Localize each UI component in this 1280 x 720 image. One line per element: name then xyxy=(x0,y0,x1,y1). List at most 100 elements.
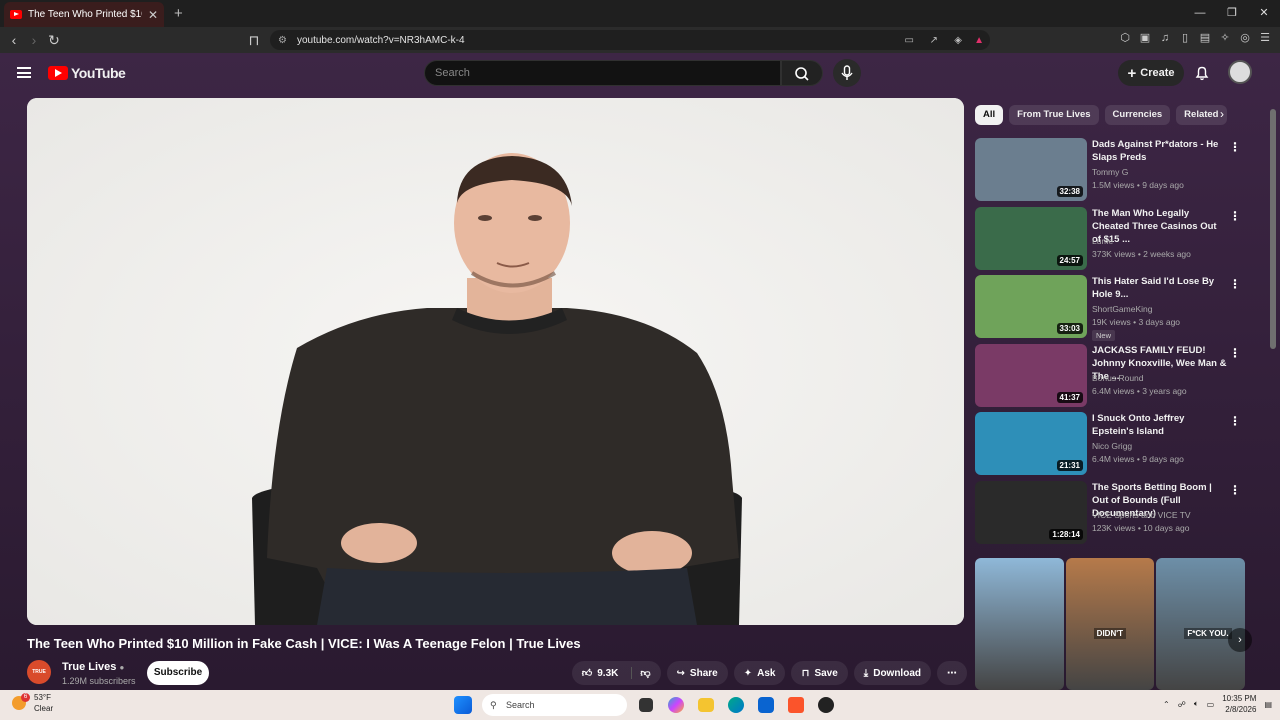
short-video[interactable]: F*CK YOU. xyxy=(1156,558,1246,690)
youtube-logo[interactable]: YouTube xyxy=(48,65,126,81)
voice-search-button[interactable] xyxy=(833,59,861,87)
shield-icon[interactable]: ◈ xyxy=(954,35,962,46)
extension-icon[interactable]: ⬡ xyxy=(1118,31,1132,45)
filter-chips: All From True Lives Currencies Related xyxy=(975,105,1227,125)
browser-toolbar: ‹ › ↻ ⊓ ⚙ youtube.com/watch?v=NR3hAMC-k-… xyxy=(0,27,1280,53)
video-thumbnail[interactable]: 21:31 xyxy=(975,412,1087,475)
short-video[interactable]: DIDN'T xyxy=(1065,558,1155,690)
music-icon[interactable]: ♫ xyxy=(1158,31,1172,45)
more-options-icon[interactable]: ⋮ xyxy=(1229,277,1241,291)
video-player[interactable] xyxy=(27,98,964,625)
minimize-icon[interactable]: — xyxy=(1184,0,1216,27)
recommendation-item[interactable]: 32:38 Dads Against Pr*dators - He Slaps P… xyxy=(975,138,1245,202)
close-tab-icon[interactable]: ✕ xyxy=(148,8,158,22)
more-options-icon[interactable]: ⋮ xyxy=(1229,346,1241,360)
subscribe-button[interactable]: Subscribe xyxy=(147,661,209,685)
network-icon[interactable]: ☍ xyxy=(1178,700,1186,709)
hamburger-menu-icon[interactable] xyxy=(17,67,31,78)
vpn-icon[interactable]: ◎ xyxy=(1238,31,1252,45)
restore-icon[interactable]: ❐ xyxy=(1216,0,1248,27)
short-video[interactable] xyxy=(975,558,1064,690)
search-input[interactable]: Search xyxy=(424,60,781,86)
video-thumbnail[interactable]: 33:03 xyxy=(975,275,1087,338)
recommendation-item[interactable]: 21:31 I Snuck Onto Jeffrey Epstein's Isla… xyxy=(975,412,1245,476)
copilot-icon[interactable] xyxy=(668,697,684,713)
recommendation-title[interactable]: Dads Against Pr*dators - He Slaps Preds xyxy=(1092,138,1228,164)
filter-chip[interactable]: All xyxy=(975,105,1004,125)
volume-icon[interactable]: 🔈︎ xyxy=(1194,699,1199,709)
filter-chip[interactable]: Currencies xyxy=(1104,105,1171,125)
reload-icon[interactable]: ↻ xyxy=(44,32,64,49)
video-thumbnail[interactable]: 24:57 xyxy=(975,207,1087,270)
extension-icon[interactable]: ▣ xyxy=(1138,31,1152,45)
more-options-icon[interactable]: ⋮ xyxy=(1229,414,1241,428)
download-button[interactable]: ⤓ Download xyxy=(853,661,931,685)
bookmark-icon[interactable]: ⊓ xyxy=(244,32,264,49)
rewards-icon[interactable]: ▲ xyxy=(974,35,984,46)
browser-tab[interactable]: The Teen Who Printed $10 M ✕ xyxy=(4,2,164,27)
video-thumbnail[interactable]: 32:38 xyxy=(975,138,1087,201)
task-view-icon[interactable] xyxy=(639,698,653,712)
recommendation-channel[interactable]: ShortGameKing xyxy=(1092,304,1152,314)
recommendation-item[interactable]: 33:03 This Hater Said I'd Lose By Hole 9.… xyxy=(975,275,1245,341)
more-options-icon[interactable]: ⋮ xyxy=(1229,483,1241,497)
channel-avatar[interactable]: TRUE LIVES xyxy=(27,660,51,684)
filter-chip[interactable]: From True Lives xyxy=(1009,105,1099,125)
download-icon: ⤓ xyxy=(863,667,869,679)
wallet-icon[interactable]: ▤ xyxy=(1198,31,1212,45)
tray-chevron-icon[interactable]: ⌃ xyxy=(1163,700,1170,709)
video-duration: 1:28:14 xyxy=(1049,529,1083,540)
like-button[interactable]: 👍︎ 9.3K 👎︎ xyxy=(571,661,661,685)
ask-button[interactable]: ✦ Ask xyxy=(733,661,786,685)
share-page-icon[interactable]: ↗ xyxy=(930,35,938,46)
edge-icon[interactable] xyxy=(728,697,744,713)
channel-name[interactable]: True Lives ● xyxy=(62,661,124,673)
menu-icon[interactable]: ☰ xyxy=(1258,31,1272,45)
search-button[interactable] xyxy=(781,60,823,86)
more-options-icon[interactable]: ⋮ xyxy=(1229,209,1241,223)
ai-icon[interactable]: ✧ xyxy=(1218,31,1232,45)
filter-chip[interactable]: Related xyxy=(1176,105,1227,125)
recommendation-title[interactable]: This Hater Said I'd Lose By Hole 9... xyxy=(1092,275,1228,301)
recommendation-channel[interactable]: Nico Grigg xyxy=(1092,441,1132,451)
video-thumbnail[interactable]: 1:28:14 xyxy=(975,481,1087,544)
recommendation-item[interactable]: 1:28:14 The Sports Betting Boom | Out of … xyxy=(975,481,1245,545)
more-options-icon[interactable]: ⋮ xyxy=(1229,140,1241,154)
more-actions-button[interactable]: ⋯ xyxy=(937,661,967,685)
address-bar[interactable]: ⚙ youtube.com/watch?v=NR3hAMC-k-4 ▭ ↗ ◈ … xyxy=(270,30,990,50)
page-scrollbar[interactable] xyxy=(1270,109,1276,349)
chevron-right-icon[interactable]: › xyxy=(1220,107,1224,121)
forward-icon[interactable]: › xyxy=(24,32,44,48)
notification-icon[interactable]: ▤ xyxy=(1264,700,1272,709)
cast-icon[interactable]: ▭ xyxy=(905,35,914,46)
notifications-button[interactable] xyxy=(1190,61,1214,85)
video-thumbnail[interactable]: 41:37 xyxy=(975,344,1087,407)
save-button[interactable]: ⊓ Save xyxy=(791,661,848,685)
recommendation-title[interactable]: I Snuck Onto Jeffrey Epstein's Island xyxy=(1092,412,1228,438)
battery-icon[interactable]: ▭ xyxy=(1207,700,1215,709)
recommendation-channel[interactable]: Bonus Round xyxy=(1092,373,1144,383)
recommendation-channel[interactable]: VICE Sports and VICE TV xyxy=(1092,510,1191,520)
file-explorer-icon[interactable] xyxy=(698,698,714,712)
windows-start-icon[interactable] xyxy=(454,696,472,714)
shorts-next-icon[interactable]: › xyxy=(1228,628,1252,652)
weather-widget[interactable]: 6 53°F Clear xyxy=(12,692,53,714)
outlook-icon[interactable] xyxy=(758,697,774,713)
site-info-icon[interactable]: ⚙ xyxy=(278,35,287,46)
recommendation-item[interactable]: 41:37 JACKASS FAMILY FEUD! Johnny Knoxvil… xyxy=(975,344,1245,408)
clock[interactable]: 10:35 PM 2/8/2026 xyxy=(1222,693,1256,715)
recommendation-item[interactable]: 24:57 The Man Who Legally Cheated Three C… xyxy=(975,207,1245,271)
thumbs-down-icon[interactable]: 👎︎ xyxy=(631,667,651,679)
app-icon[interactable] xyxy=(818,697,834,713)
share-button[interactable]: ↪ Share xyxy=(666,661,728,685)
back-icon[interactable]: ‹ xyxy=(4,32,24,48)
recommendation-channel[interactable]: Tommy G xyxy=(1092,167,1128,177)
account-avatar[interactable] xyxy=(1228,60,1252,84)
recommendation-channel[interactable]: Lume xyxy=(1092,236,1113,246)
taskbar-search[interactable]: ⚲ Search xyxy=(482,694,627,716)
close-window-icon[interactable]: ✕ xyxy=(1248,0,1280,27)
brave-icon[interactable] xyxy=(788,697,804,713)
sidebar-icon[interactable]: ▯ xyxy=(1178,31,1192,45)
create-button[interactable]: + Create xyxy=(1118,60,1184,86)
new-tab-button[interactable]: + xyxy=(174,5,183,22)
